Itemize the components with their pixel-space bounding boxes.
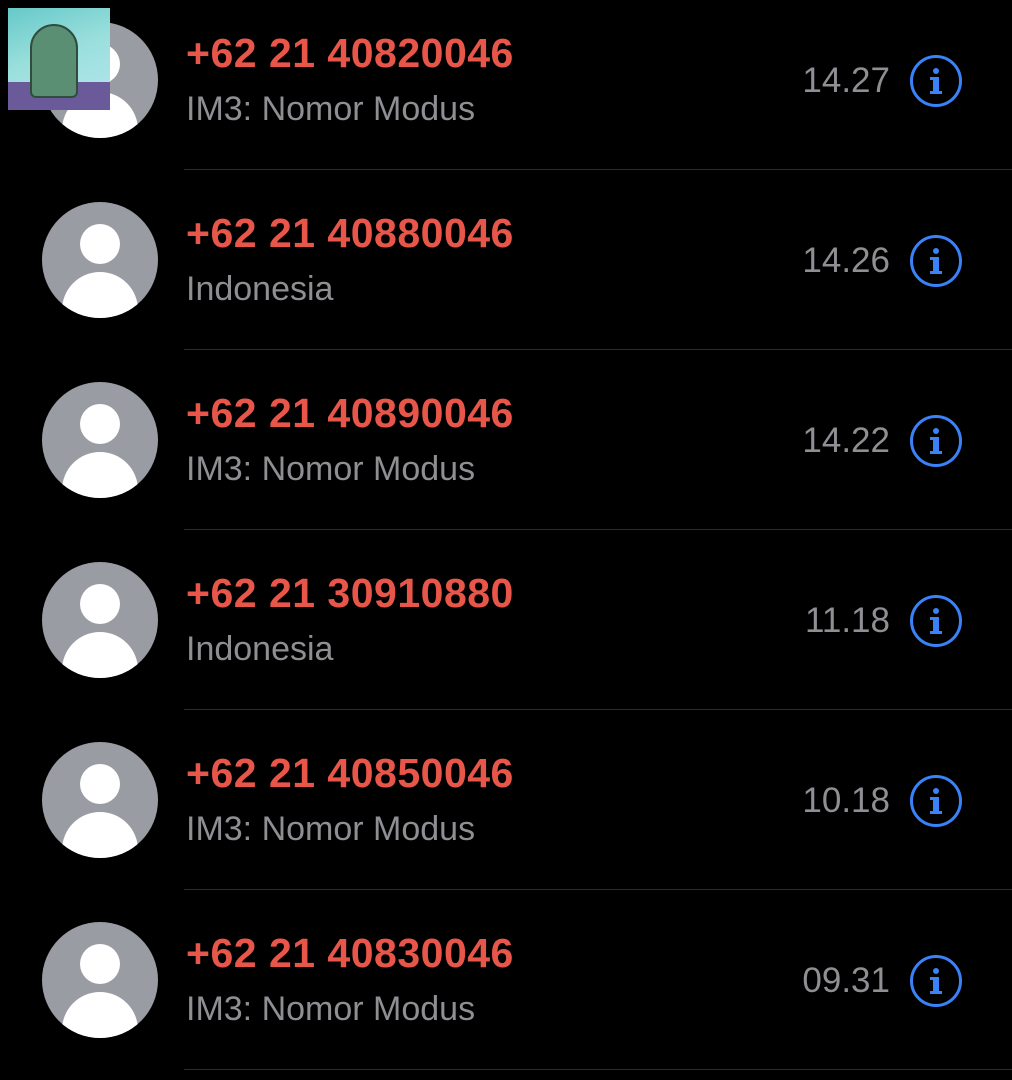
contact-avatar-icon [42,922,158,1038]
caller-number: +62 21 40830046 [186,930,514,976]
call-row[interactable]: +62 21 30910880 Indonesia 11.18 [0,540,1012,720]
caller-number: +62 21 40890046 [186,390,514,436]
call-row[interactable]: +62 21 40890046 IM3: Nomor Modus 14.22 [0,360,1012,540]
info-button[interactable] [910,235,962,287]
call-time: 11.18 [805,601,890,640]
row-divider [184,529,1012,530]
caller-number: +62 21 40850046 [186,750,514,796]
recents-call-list: +62 21 40820046 IM3: Nomor Modus 14.27 +… [0,0,1012,1080]
call-row[interactable]: +62 21 40850046 IM3: Nomor Modus 10.18 [0,720,1012,900]
call-time: 14.26 [802,241,890,280]
caller-subtitle: IM3: Nomor Modus [186,990,476,1028]
caller-subtitle: IM3: Nomor Modus [186,90,476,128]
contact-avatar-icon [42,562,158,678]
info-circle-icon [930,608,942,634]
caller-number: +62 21 40880046 [186,210,514,256]
contact-avatar-icon [42,382,158,498]
info-circle-icon [930,428,942,454]
row-divider [184,889,1012,890]
call-time: 14.27 [802,61,890,100]
call-row[interactable]: +62 21 40880046 Indonesia 14.26 [0,180,1012,360]
info-circle-icon [930,68,942,94]
call-time: 14.22 [802,421,890,460]
caller-subtitle: IM3: Nomor Modus [186,450,476,488]
caller-subtitle: Indonesia [186,270,334,308]
info-circle-icon [930,788,942,814]
info-button[interactable] [910,955,962,1007]
caller-number: +62 21 30910880 [186,570,514,616]
caller-number: +62 21 40820046 [186,30,514,76]
info-button[interactable] [910,775,962,827]
call-time: 09.31 [802,961,890,1000]
caller-subtitle: Indonesia [186,630,334,668]
sticker-thumbnail-image [8,8,110,110]
info-button[interactable] [910,595,962,647]
row-divider [184,169,1012,170]
info-button[interactable] [910,55,962,107]
info-button[interactable] [910,415,962,467]
row-divider [184,349,1012,350]
row-divider [184,709,1012,710]
call-time: 10.18 [802,781,890,820]
caller-subtitle: IM3: Nomor Modus [186,810,476,848]
info-circle-icon [930,248,942,274]
call-row[interactable]: +62 21 40830046 IM3: Nomor Modus 09.31 [0,900,1012,1080]
contact-avatar-icon [42,202,158,318]
contact-avatar-icon [42,742,158,858]
info-circle-icon [930,968,942,994]
call-row[interactable]: +62 21 40820046 IM3: Nomor Modus 14.27 [0,0,1012,180]
row-divider [184,1069,1012,1070]
